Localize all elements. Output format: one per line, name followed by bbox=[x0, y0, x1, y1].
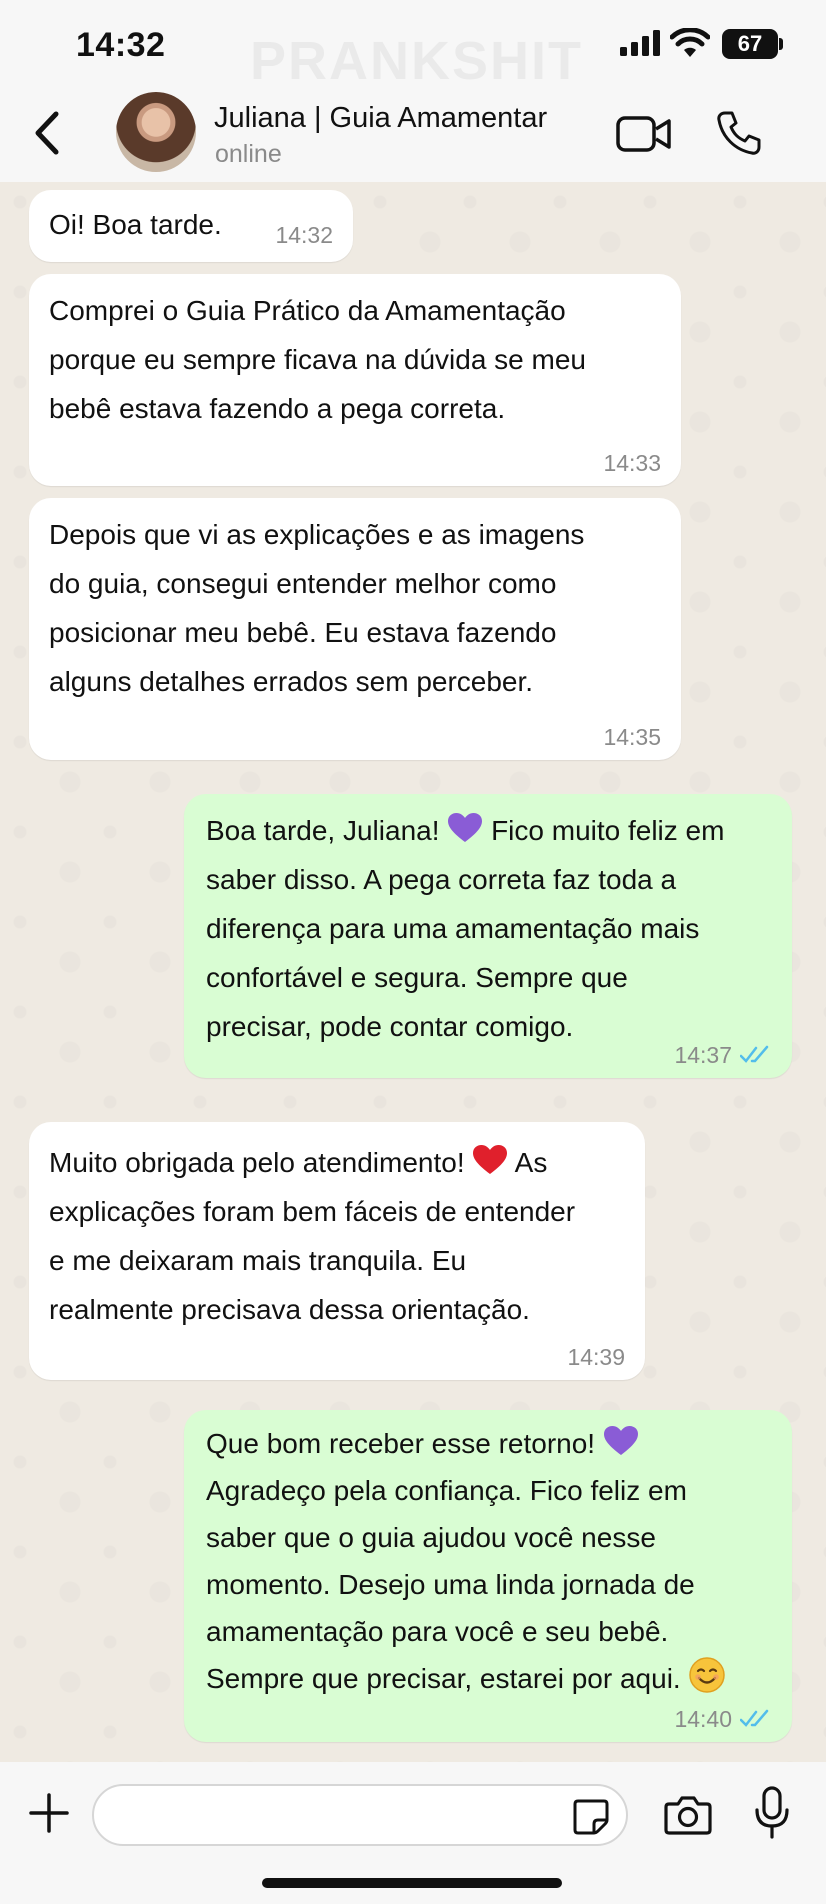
message-line: realmente precisava dessa orientação. bbox=[49, 1294, 530, 1325]
message-line: Comprei o Guia Prático da Amamentação bbox=[49, 295, 566, 326]
message-input[interactable] bbox=[92, 1784, 628, 1846]
message-time: 14:33 bbox=[603, 450, 661, 476]
status-time: 14:32 bbox=[76, 26, 166, 64]
avatar[interactable] bbox=[116, 92, 196, 172]
cellular-signal-icon bbox=[620, 30, 660, 56]
message-line: amamentação para você e seu bebê. bbox=[206, 1616, 669, 1647]
red-heart-icon bbox=[473, 1145, 508, 1174]
message-time: 14:37 bbox=[674, 1042, 732, 1068]
message-line: Boa tarde, Juliana! bbox=[206, 815, 440, 846]
chat-area[interactable]: Oi! Boa tarde. 14:32 Comprei o Guia Prát… bbox=[0, 182, 826, 1762]
read-receipt-icon bbox=[740, 1709, 769, 1727]
read-receipt-icon bbox=[740, 1045, 769, 1063]
outgoing-message[interactable]: Que bom receber esse retorno! Agradeço p… bbox=[184, 1410, 792, 1742]
message-line: As bbox=[514, 1147, 548, 1178]
add-attachment-button[interactable] bbox=[28, 1792, 70, 1834]
status-bar: 14:32 PRANKSHIT 67 bbox=[0, 0, 826, 91]
message-time: 14:40 bbox=[674, 1706, 732, 1732]
input-bar bbox=[0, 1762, 826, 1904]
wifi-icon bbox=[670, 28, 710, 57]
message-line: Depois que vi as explicações e as imagen… bbox=[49, 519, 585, 550]
outgoing-message[interactable]: Boa tarde, Juliana! Fico muito feliz em … bbox=[184, 794, 792, 1078]
incoming-message[interactable]: Depois que vi as explicações e as imagen… bbox=[29, 498, 681, 760]
microphone-button[interactable] bbox=[754, 1786, 790, 1840]
video-call-button[interactable] bbox=[616, 114, 672, 154]
smiling-face-icon bbox=[689, 1657, 726, 1693]
sticker-icon[interactable] bbox=[572, 1798, 610, 1836]
camera-button[interactable] bbox=[664, 1794, 712, 1836]
message-line: porque eu sempre ficava na dúvida se meu bbox=[49, 344, 586, 375]
incoming-message[interactable]: Muito obrigada pelo atendimento! As expl… bbox=[29, 1122, 645, 1380]
battery-indicator: 67 bbox=[722, 29, 778, 59]
battery-tip bbox=[779, 38, 783, 50]
incoming-message[interactable]: Comprei o Guia Prático da Amamentação po… bbox=[29, 274, 681, 486]
message-line: alguns detalhes errados sem perceber. bbox=[49, 666, 534, 697]
message-line: do guia, consegui entender melhor como bbox=[49, 568, 557, 599]
message-line: momento. Desejo uma linda jornada de bbox=[206, 1569, 695, 1600]
message-line: posicionar meu bebê. Eu estava fazendo bbox=[49, 617, 557, 648]
message-time: 14:35 bbox=[603, 724, 661, 750]
message-line: diferença para uma amamentação mais bbox=[206, 913, 700, 944]
message-line: Fico muito feliz em bbox=[491, 815, 725, 846]
purple-heart-icon bbox=[448, 813, 483, 842]
message-line: Muito obrigada pelo atendimento! bbox=[49, 1147, 465, 1178]
message-time: 14:32 bbox=[275, 222, 333, 248]
contact-name[interactable]: Juliana | Guia Amamentar bbox=[214, 102, 547, 135]
message-line: confortável e segura. Sempre que bbox=[206, 962, 628, 993]
incoming-message[interactable]: Oi! Boa tarde. 14:32 bbox=[29, 190, 353, 262]
message-line: saber que o guia ajudou você nesse bbox=[206, 1522, 656, 1553]
message-line: Que bom receber esse retorno! bbox=[206, 1428, 596, 1459]
back-button[interactable] bbox=[28, 108, 68, 158]
watermark: PRANKSHIT bbox=[250, 31, 584, 91]
contact-status: online bbox=[215, 140, 282, 168]
message-line: saber disso. A pega correta faz toda a bbox=[206, 864, 677, 895]
home-indicator[interactable] bbox=[262, 1878, 562, 1888]
purple-heart-icon bbox=[603, 1426, 638, 1455]
message-time: 14:39 bbox=[567, 1344, 625, 1370]
voice-call-button[interactable] bbox=[716, 110, 762, 156]
message-line: Agradeço pela confiança. Fico feliz em bbox=[206, 1475, 687, 1506]
chat-header: Juliana | Guia Amamentar online bbox=[0, 86, 826, 182]
message-line: e me deixaram mais tranquila. Eu bbox=[49, 1245, 467, 1276]
message-line: explicações foram bem fáceis de entender bbox=[49, 1196, 576, 1227]
message-line: Sempre que precisar, estarei por aqui. bbox=[206, 1663, 681, 1694]
message-line: bebê estava fazendo a pega correta. bbox=[49, 393, 506, 424]
